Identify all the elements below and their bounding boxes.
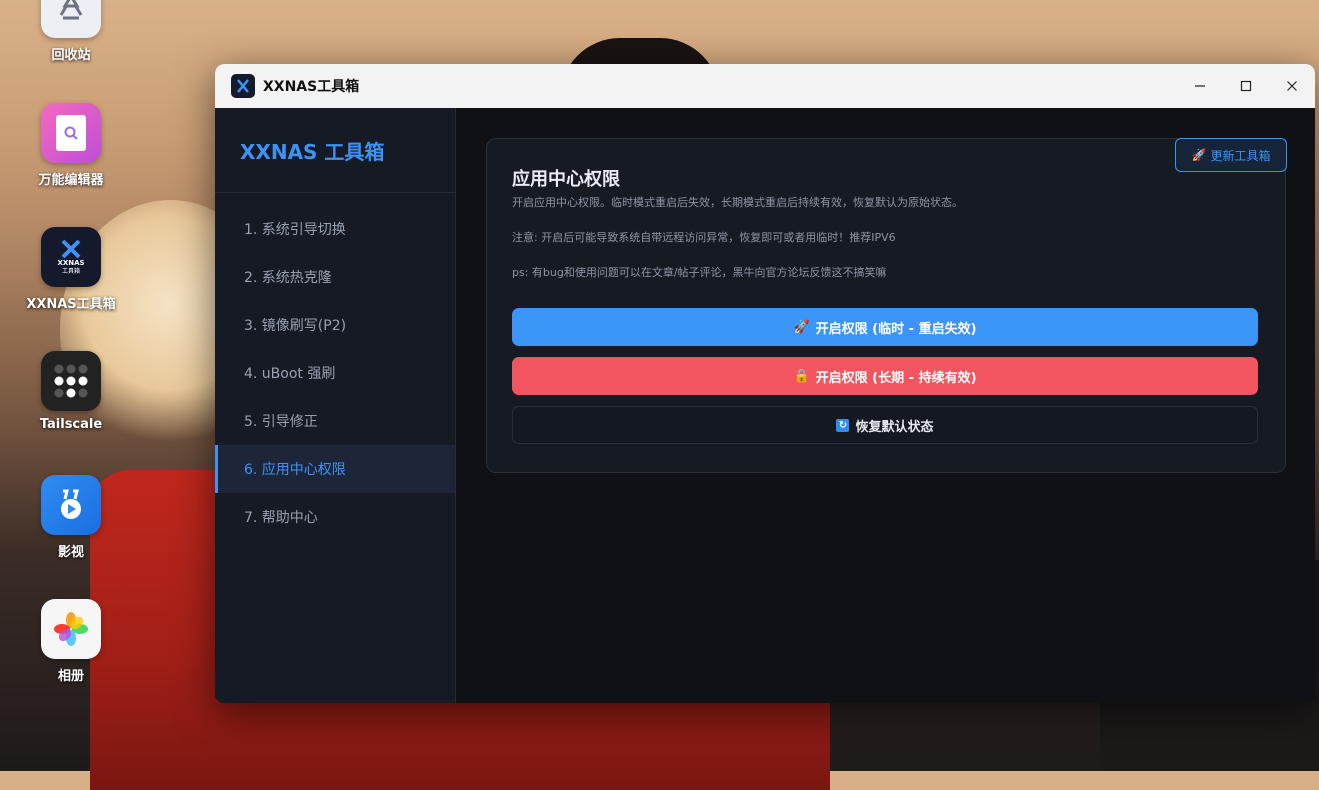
minimize-icon [1195, 85, 1205, 87]
sidebar-item-boot-fix[interactable]: 5. 引导修正 [215, 397, 455, 445]
refresh-icon: ↻ [836, 418, 850, 432]
enable-temp-permission-button[interactable]: 🚀 开启权限 (临时 - 重启失效) [512, 308, 1258, 346]
xxnas-tile-text: XXNAS [57, 258, 85, 267]
recycle-bin-icon [41, 0, 101, 38]
rocket-icon: 🚀 [793, 319, 810, 335]
restore-default-button[interactable]: ↻ 恢复默认状态 [512, 406, 1258, 444]
xxnas-app-icon: XXNAS 工具箱 [41, 227, 101, 287]
sidebar-item-image-flash[interactable]: 3. 镜像刷写(P2) [215, 301, 455, 349]
main-content: 🚀 更新工具箱 应用中心权限 开启应用中心权限。临时模式重启后失效，长期模式重启… [456, 108, 1315, 703]
page-description: 开启应用中心权限。临时模式重启后失效，长期模式重启后持续有效，恢复默认为原始状态… [512, 196, 963, 209]
rocket-icon: 🚀 [1191, 148, 1207, 162]
sidebar-item-hot-clone[interactable]: 2. 系统热克隆 [215, 253, 455, 301]
update-toolbox-label: 更新工具箱 [1210, 148, 1271, 163]
sidebar-item-app-center-permission[interactable]: 6. 应用中心权限 [215, 445, 455, 493]
window-title: XXNAS工具箱 [263, 79, 360, 95]
desktop-icon-video[interactable]: 影视 [16, 475, 126, 560]
desktop-icon-label: Tailscale [39, 417, 103, 432]
app-logo-icon [231, 74, 255, 98]
desktop-icon-label: 万能编辑器 [38, 173, 104, 188]
sidebar: XXNAS 工具箱 1. 系统引导切换 2. 系统热克隆 3. 镜像刷写(P2)… [215, 108, 456, 703]
video-icon [41, 475, 101, 535]
xxnas-tile-subtext: 工具箱 [61, 267, 80, 275]
close-icon [1287, 81, 1297, 91]
sidebar-item-boot-switch[interactable]: 1. 系统引导切换 [215, 205, 455, 253]
sidebar-brand: XXNAS 工具箱 [215, 108, 455, 193]
desktop-icon-label: XXNAS工具箱 [26, 297, 116, 312]
app-window: XXNAS工具箱 XXNAS 工具箱 1. 系统引导切换 2. 系统热克隆 3.… [215, 64, 1315, 703]
minimize-button[interactable] [1177, 64, 1223, 108]
enable-long-permission-button[interactable]: 🔒 开启权限 (长期 - 持续有效) [512, 357, 1258, 395]
page-title: 应用中心权限 [512, 169, 620, 190]
tailscale-icon [41, 351, 101, 411]
close-button[interactable] [1269, 64, 1315, 108]
desktop-icon-photos[interactable]: 相册 [16, 599, 126, 684]
window-controls [1177, 64, 1315, 108]
permission-card: 🚀 更新工具箱 应用中心权限 开启应用中心权限。临时模式重启后失效，长期模式重启… [486, 138, 1287, 473]
warning-note: 注意: 开启后可能导致系统自带远程访问异常，恢复即可或者用临时！推荐IPV6 [512, 231, 896, 244]
sidebar-item-uboot-flash[interactable]: 4. uBoot 强刷 [215, 349, 455, 397]
restore-default-label: 恢复默认状态 [855, 419, 934, 435]
desktop-icon-tailscale[interactable]: Tailscale [16, 351, 126, 432]
desktop-icon-label: 相册 [57, 669, 84, 684]
desktop-icon-recycle-bin[interactable]: 回收站 [16, 0, 126, 63]
title-bar[interactable]: XXNAS工具箱 [215, 64, 1315, 108]
lock-icon: 🔒 [793, 368, 810, 384]
enable-long-label: 开启权限 (长期 - 持续有效) [815, 370, 977, 386]
desktop-icon-label: 影视 [57, 545, 84, 560]
update-toolbox-button[interactable]: 🚀 更新工具箱 [1175, 138, 1287, 172]
sidebar-item-help-center[interactable]: 7. 帮助中心 [215, 493, 455, 541]
photos-icon [41, 599, 101, 659]
desktop-icon-editor[interactable]: 万能编辑器 [16, 103, 126, 188]
editor-icon [41, 103, 101, 163]
ps-note: ps: 有bug和使用问题可以在文章/帖子评论，黑牛向官方论坛反馈这不搞笑嘛 [512, 266, 887, 279]
enable-temp-label: 开启权限 (临时 - 重启失效) [815, 321, 977, 337]
desktop-icon-xxnas[interactable]: XXNAS 工具箱 XXNAS工具箱 [16, 227, 126, 312]
maximize-icon [1240, 80, 1252, 92]
maximize-button[interactable] [1223, 64, 1269, 108]
desktop-icon-label: 回收站 [51, 48, 91, 63]
